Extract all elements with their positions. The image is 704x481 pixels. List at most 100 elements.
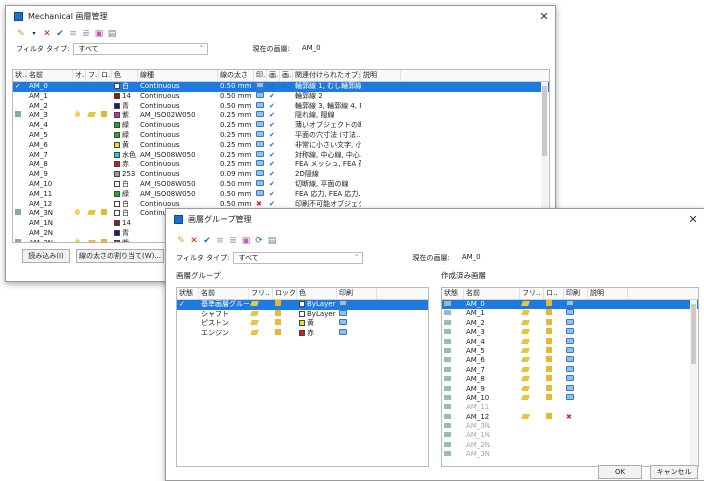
plot-icon[interactable] — [256, 91, 264, 98]
display-cell[interactable]: ✔ — [267, 151, 280, 161]
description-cell[interactable] — [588, 450, 628, 459]
description-cell[interactable] — [361, 170, 401, 180]
status-cell[interactable] — [442, 441, 464, 450]
lock-icon[interactable] — [275, 328, 281, 335]
set-current-icon[interactable]: ✔ — [202, 236, 212, 246]
group-name[interactable]: エンジン — [199, 329, 249, 339]
status-cell[interactable] — [442, 403, 464, 412]
table-row[interactable]: AM_3 紫 AM_ISO02W050 0.25 mm ✔ 隠れ線, 隠線 — [13, 111, 549, 121]
column-header[interactable]: 色 — [297, 288, 337, 299]
layer-name[interactable]: AM_6 — [464, 356, 520, 365]
status-cell[interactable] — [13, 131, 27, 141]
layer-name[interactable]: AM_2 — [27, 102, 73, 112]
color-cell[interactable]: 白 — [112, 209, 138, 219]
layer-name[interactable]: AM_10 — [464, 394, 520, 403]
layer-state-icon[interactable]: ≡ — [68, 29, 78, 39]
plot-cell[interactable] — [254, 130, 267, 141]
linetype-cell[interactable]: Continuous — [138, 131, 218, 141]
color-cell[interactable]: ByLayer — [297, 300, 337, 310]
lock-cell[interactable] — [544, 337, 564, 347]
on-cell[interactable] — [73, 111, 86, 121]
freeze-cell[interactable] — [520, 431, 544, 440]
lock-icon[interactable] — [275, 300, 281, 306]
check-icon[interactable]: ✔ — [269, 160, 275, 168]
status-cell[interactable] — [442, 356, 464, 365]
lock-cell[interactable] — [99, 170, 112, 180]
description-cell[interactable] — [361, 121, 401, 131]
display-cell[interactable]: ✔ — [267, 131, 280, 141]
group-name[interactable]: ピストン — [199, 319, 249, 329]
plot-icon[interactable] — [256, 179, 264, 186]
list-item[interactable]: AM_10 — [442, 393, 698, 403]
lock-icon[interactable] — [546, 393, 552, 400]
layer-name[interactable]: AM_6 — [27, 141, 73, 151]
lineweight-cell[interactable]: 0.25 mm — [218, 131, 254, 141]
plot-icon[interactable] — [566, 356, 574, 363]
layer-name[interactable]: AM_1 — [464, 309, 520, 318]
plot-cell[interactable] — [254, 121, 267, 131]
description-cell[interactable] — [588, 338, 628, 347]
lock-cell[interactable] — [544, 356, 564, 365]
lock-cell[interactable] — [99, 160, 112, 170]
lock-cell[interactable] — [99, 190, 112, 200]
lock-cell[interactable] — [544, 393, 564, 403]
list-item[interactable]: AM_1 — [442, 309, 698, 318]
plot-cell[interactable] — [564, 365, 588, 375]
freeze-cell[interactable] — [86, 102, 99, 112]
linetype-cell[interactable]: Continuous — [138, 141, 218, 151]
plot-icon[interactable] — [566, 393, 574, 400]
display2-cell[interactable] — [280, 170, 293, 180]
table-row[interactable]: ✓ AM_0 白 Continuous 0.50 mm ✔ ✔ 輪郭線 1, むし輪郭線 — [13, 82, 549, 92]
freeze-cell[interactable] — [520, 338, 544, 347]
lock-cell[interactable] — [99, 141, 112, 151]
layer-name[interactable]: AM_4 — [27, 121, 73, 131]
plot-cell[interactable] — [254, 140, 267, 151]
status-cell[interactable] — [442, 431, 464, 440]
freeze-icon[interactable] — [250, 329, 259, 335]
lock-cell[interactable] — [273, 309, 297, 320]
color-cell[interactable]: 紫 — [112, 239, 138, 242]
description-cell[interactable] — [588, 385, 628, 394]
linetype-cell[interactable]: Continuous — [138, 121, 218, 131]
new-layer-icon[interactable]: ✎ — [16, 29, 26, 39]
status-cell[interactable] — [13, 238, 27, 242]
column-header[interactable]: 状態 — [442, 288, 464, 299]
list-item[interactable]: AM_3N — [442, 422, 698, 431]
color-cell[interactable]: ByLayer — [297, 310, 337, 320]
display2-cell[interactable] — [280, 190, 293, 200]
color-cell[interactable]: 緑 — [112, 190, 138, 200]
status-cell[interactable] — [177, 310, 199, 320]
layer-state-icon[interactable]: ≡ — [215, 236, 225, 246]
display-cell[interactable]: ✔ — [267, 180, 280, 190]
column-header[interactable]: 色 — [112, 70, 138, 81]
on-cell[interactable] — [73, 219, 86, 229]
lineweight-cell[interactable]: 0.25 mm — [218, 121, 254, 131]
column-header[interactable]: フ.. — [86, 70, 99, 81]
description-cell[interactable] — [588, 366, 628, 375]
column-header[interactable]: ロ.. — [544, 288, 564, 299]
plot-icon[interactable] — [566, 384, 574, 391]
display2-cell[interactable] — [280, 102, 293, 112]
settings-icon[interactable]: ▤ — [107, 29, 117, 39]
freeze-cell[interactable] — [86, 160, 99, 170]
freeze-cell[interactable] — [520, 450, 544, 459]
freeze-cell[interactable] — [86, 200, 99, 210]
freeze-cell[interactable] — [520, 309, 544, 318]
display-cell[interactable]: ✔ — [267, 170, 280, 180]
layer-name[interactable]: AM_9 — [464, 385, 520, 394]
description-cell[interactable] — [361, 151, 401, 161]
freeze-cell[interactable] — [520, 403, 544, 412]
color-cell[interactable]: 水色 — [112, 151, 138, 161]
column-header[interactable]: ロック — [273, 288, 297, 299]
color-cell[interactable]: 白 — [112, 82, 138, 92]
description-cell[interactable] — [588, 441, 628, 450]
display2-cell[interactable] — [280, 141, 293, 151]
table-row[interactable]: AM_2 青 Continuous0.50 mm ✔ 輪郭線 3, 輪郭線 4, F..… — [13, 101, 549, 112]
set-current-icon[interactable]: ✔ — [55, 29, 65, 39]
plot-icon[interactable] — [566, 375, 574, 382]
freeze-cell[interactable] — [249, 300, 273, 310]
column-header[interactable]: 印刷 — [564, 288, 588, 299]
plot-icon[interactable] — [566, 328, 574, 335]
linetype-cell[interactable]: AM_ISO08W050 — [138, 180, 218, 190]
status-cell[interactable] — [442, 328, 464, 337]
